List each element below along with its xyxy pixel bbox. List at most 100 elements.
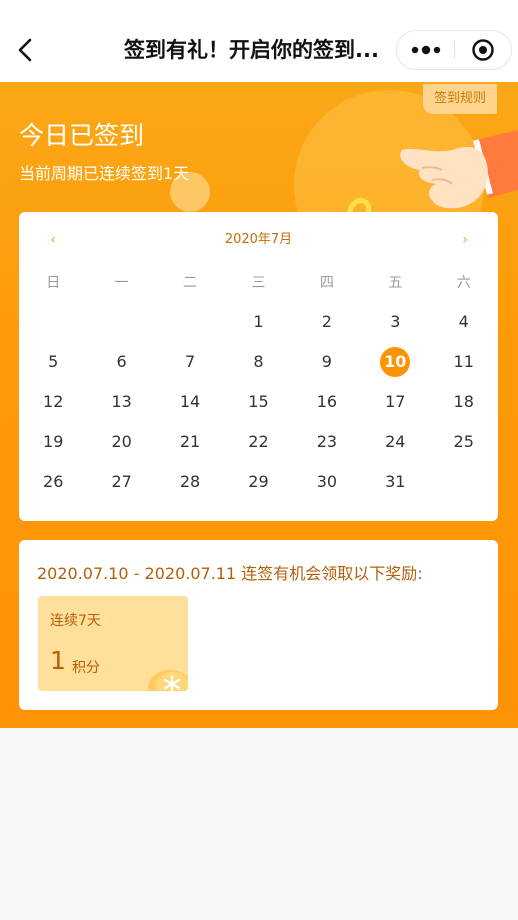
calendar-day-number[interactable]: 7 bbox=[175, 347, 205, 377]
calendar-grid: 日 一 二 三 四 五 六 1 2 3 4 5 6 7 8 9 10 11 12 13 14 15 16 17 1… bbox=[19, 262, 498, 502]
calendar-empty-cell bbox=[87, 302, 155, 342]
calendar-day-number[interactable]: 1 bbox=[243, 307, 273, 337]
sign-in-calendar: ‹ 2020年7月 › 日 一 二 三 四 五 六 1 2 3 4 5 6 7 8 9 10 11 1… bbox=[19, 212, 498, 521]
calendar-day: 5 bbox=[19, 342, 87, 382]
pointing-hand-icon bbox=[392, 120, 518, 220]
calendar-day-number[interactable]: 23 bbox=[312, 427, 342, 457]
calendar-day: 28 bbox=[156, 462, 224, 502]
reward-streak-days: 连续7天 bbox=[50, 613, 101, 629]
calendar-day: 18 bbox=[430, 382, 498, 422]
calendar-day: 15 bbox=[224, 382, 292, 422]
calendar-day-number[interactable]: 29 bbox=[243, 467, 273, 497]
calendar-day-number[interactable]: 17 bbox=[380, 387, 410, 417]
calendar-day-number[interactable]: 18 bbox=[449, 387, 479, 417]
calendar-day-number[interactable]: 28 bbox=[175, 467, 205, 497]
calendar-day: 22 bbox=[224, 422, 292, 462]
sign-in-rules-button[interactable]: 签到规则 bbox=[423, 84, 497, 114]
calendar-day-number[interactable]: 25 bbox=[449, 427, 479, 457]
weekday-label: 六 bbox=[456, 275, 471, 291]
calendar-day: 2 bbox=[293, 302, 361, 342]
calendar-day-number[interactable]: 30 bbox=[312, 467, 342, 497]
calendar-week-row: 19 20 21 22 23 24 25 bbox=[19, 422, 498, 462]
calendar-day-number[interactable]: 6 bbox=[107, 347, 137, 377]
calendar-day: 9 bbox=[293, 342, 361, 382]
calendar-day-number[interactable]: 11 bbox=[449, 347, 479, 377]
calendar-day-number[interactable]: 13 bbox=[107, 387, 137, 417]
calendar-week-row: 26 27 28 29 30 31 bbox=[19, 462, 498, 502]
calendar-day: 6 bbox=[87, 342, 155, 382]
page-title: 签到有礼！开启你的签到... bbox=[124, 38, 379, 62]
calendar-day-number[interactable]: 22 bbox=[243, 427, 273, 457]
calendar-day-number[interactable]: 27 bbox=[107, 467, 137, 497]
calendar-day: 24 bbox=[361, 422, 429, 462]
calendar-day: 17 bbox=[361, 382, 429, 422]
calendar-week-row: 1 2 3 4 bbox=[19, 302, 498, 342]
calendar-day-number[interactable]: 4 bbox=[449, 307, 479, 337]
weekday-label: 二 bbox=[183, 275, 198, 291]
signed-status-title: 今日已签到 bbox=[19, 121, 145, 150]
weekday-label: 五 bbox=[388, 275, 403, 291]
calendar-day-number[interactable]: 24 bbox=[380, 427, 410, 457]
calendar-day: 8 bbox=[224, 342, 292, 382]
calendar-day-number[interactable]: 8 bbox=[243, 347, 273, 377]
calendar-day: 31 bbox=[361, 462, 429, 502]
weekday-label: 四 bbox=[319, 275, 334, 291]
calendar-day: 26 bbox=[19, 462, 87, 502]
calendar-day: 14 bbox=[156, 382, 224, 422]
calendar-day: 7 bbox=[156, 342, 224, 382]
back-arrow-icon[interactable] bbox=[12, 36, 40, 64]
close-mini-program-icon[interactable] bbox=[455, 31, 511, 69]
calendar-day-number[interactable]: 9 bbox=[312, 347, 342, 377]
streak-status: 当前周期已连续签到1天 bbox=[19, 164, 190, 183]
calendar-day: 1 bbox=[224, 302, 292, 342]
calendar-empty-cell bbox=[19, 302, 87, 342]
calendar-day-number[interactable]: 2 bbox=[312, 307, 342, 337]
calendar-day: 30 bbox=[293, 462, 361, 502]
reward-unit: 积分 bbox=[72, 660, 100, 676]
calendar-day-number[interactable]: 3 bbox=[380, 307, 410, 337]
calendar-week-row: 12 13 14 15 16 17 18 bbox=[19, 382, 498, 422]
calendar-day: 13 bbox=[87, 382, 155, 422]
calendar-day: 29 bbox=[224, 462, 292, 502]
calendar-day: 3 bbox=[361, 302, 429, 342]
calendar-day: 25 bbox=[430, 422, 498, 462]
reward-card[interactable]: 连续7天 1 积分 bbox=[38, 596, 188, 691]
calendar-day: 10 bbox=[361, 342, 429, 382]
calendar-empty-cell bbox=[430, 462, 498, 502]
calendar-day-number[interactable]: 16 bbox=[312, 387, 342, 417]
calendar-day: 4 bbox=[430, 302, 498, 342]
calendar-day-number[interactable]: 14 bbox=[175, 387, 205, 417]
calendar-day-number[interactable]: 15 bbox=[243, 387, 273, 417]
calendar-day: 11 bbox=[430, 342, 498, 382]
calendar-empty-cell bbox=[156, 302, 224, 342]
calendar-day: 19 bbox=[19, 422, 87, 462]
calendar-day-number[interactable]: 26 bbox=[38, 467, 68, 497]
calendar-day-number[interactable]: 12 bbox=[38, 387, 68, 417]
calendar-month-label: 2020年7月 bbox=[224, 232, 293, 247]
reward-title: 2020.07.10 - 2020.07.11 连签有机会领取以下奖励: bbox=[37, 564, 423, 583]
calendar-day-today[interactable]: 10 bbox=[380, 347, 411, 377]
calendar-day-number[interactable]: 20 bbox=[107, 427, 137, 457]
calendar-day: 21 bbox=[156, 422, 224, 462]
navigation-bar: 签到有礼！开启你的签到... bbox=[0, 0, 518, 82]
reward-amount: 1 bbox=[50, 646, 66, 675]
reward-panel: 2020.07.10 - 2020.07.11 连签有机会领取以下奖励: 连续7… bbox=[19, 540, 498, 710]
weekday-label: 日 bbox=[46, 275, 61, 291]
calendar-day-number[interactable]: 19 bbox=[38, 427, 68, 457]
coin-icon bbox=[144, 662, 188, 691]
calendar-day: 16 bbox=[293, 382, 361, 422]
calendar-day: 12 bbox=[19, 382, 87, 422]
calendar-day: 20 bbox=[87, 422, 155, 462]
weekday-header: 日 一 二 三 四 五 六 bbox=[19, 262, 498, 302]
more-options-icon[interactable] bbox=[397, 31, 454, 69]
calendar-day: 23 bbox=[293, 422, 361, 462]
calendar-day-number[interactable]: 31 bbox=[380, 467, 410, 497]
calendar-week-row: 5 6 7 8 9 10 11 bbox=[19, 342, 498, 382]
calendar-day-number[interactable]: 21 bbox=[175, 427, 205, 457]
calendar-day: 27 bbox=[87, 462, 155, 502]
mini-program-capsule bbox=[396, 30, 512, 70]
calendar-day-number[interactable]: 5 bbox=[38, 347, 68, 377]
sign-in-header: 签到规则 今日已签到 当前周期已连续签到1天 ‹ 2020年7月 › 日 一 二… bbox=[0, 82, 518, 728]
weekday-label: 一 bbox=[114, 275, 129, 291]
next-month-button[interactable]: › bbox=[455, 230, 475, 250]
